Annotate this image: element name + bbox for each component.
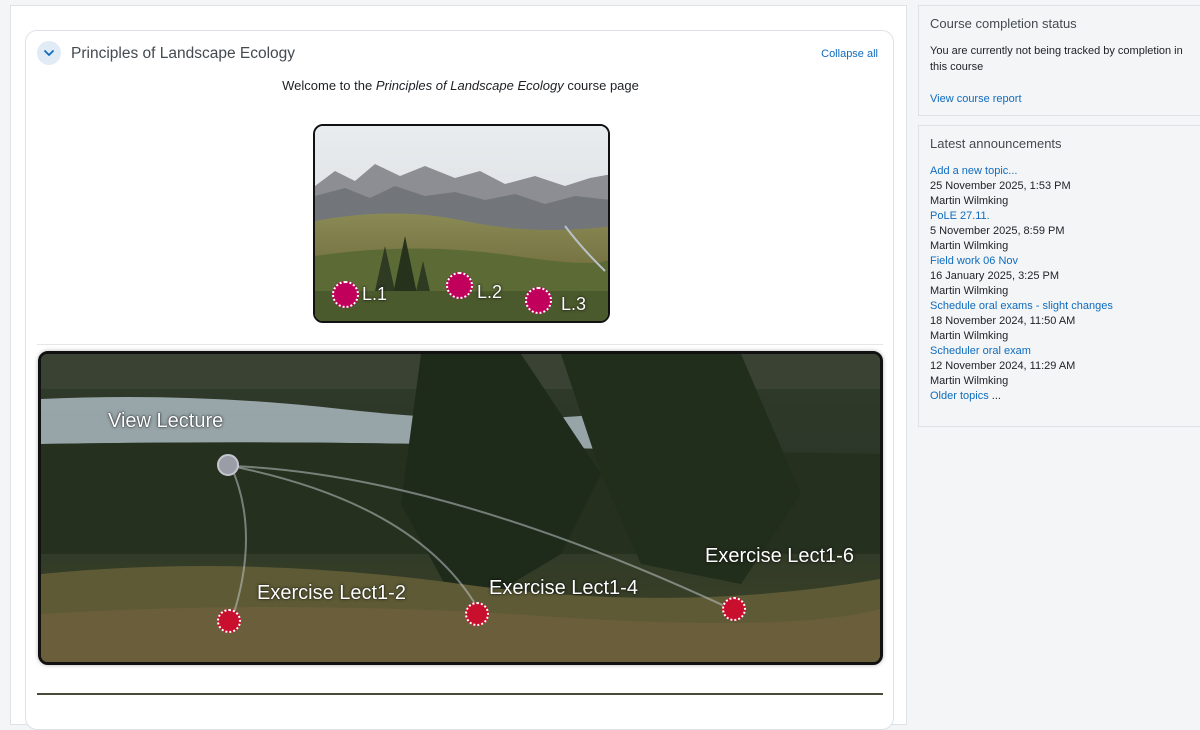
announcement-topic-link[interactable]: PoLE 27.11.	[930, 210, 990, 222]
announcement-author: Martin Wilmking	[930, 330, 1009, 342]
announcement-item: 16 January 2025, 3:25 PM Martin Wilmking…	[930, 269, 1189, 314]
announcement-item: 5 November 2025, 8:59 PM Martin Wilmking…	[930, 224, 1189, 269]
hotspot-label: Exercise Lect1-2	[257, 582, 406, 604]
hotspot-exercise-lect1-2[interactable]: Exercise Lect1-2	[217, 582, 417, 634]
hotspot-marker-icon	[722, 597, 746, 621]
hotspot-label: L.2	[477, 282, 503, 302]
block-title: Latest announcements	[930, 136, 1062, 151]
hotspot-marker-icon	[217, 454, 239, 476]
course-section: Principles of Landscape Ecology Collapse…	[25, 30, 894, 730]
announcement-topic-link[interactable]: Schedule oral exams - slight changes	[930, 300, 1113, 312]
hotspot-label: View Lecture	[108, 410, 224, 432]
announcement-author: Martin Wilmking	[930, 195, 1009, 207]
announcement-topic-link[interactable]: Field work 06 Nov	[930, 255, 1018, 267]
latest-announcements-block: Latest announcements Add a new topic... …	[918, 125, 1200, 427]
announcement-date: 25 November 2025, 1:53 PM	[930, 180, 1071, 192]
block-title: Course completion status	[930, 16, 1077, 31]
announcement-item: 18 November 2024, 11:50 AM Martin Wilmki…	[930, 314, 1189, 359]
announcement-item: 12 November 2024, 11:29 AM Martin Wilmki…	[930, 359, 1189, 389]
welcome-text: Welcome to the Principles of Landscape E…	[26, 78, 895, 93]
welcome-prefix: Welcome to the	[282, 78, 376, 93]
section-divider	[37, 344, 883, 345]
hotspot-view-lecture[interactable]: View Lecture	[108, 410, 239, 478]
announcement-date: 5 November 2025, 8:59 PM	[930, 225, 1065, 237]
section-collapse-toggle[interactable]	[37, 41, 61, 65]
announcement-item: 25 November 2025, 1:53 PM Martin Wilmkin…	[930, 179, 1189, 224]
course-completion-block: Course completion status You are current…	[918, 5, 1200, 116]
section-bottom-divider	[37, 693, 883, 695]
add-new-topic-link[interactable]: Add a new topic...	[930, 165, 1017, 177]
announcement-author: Martin Wilmking	[930, 285, 1009, 297]
hotspot-marker-icon	[332, 281, 359, 308]
hotspot-marker-icon	[525, 287, 552, 314]
announcement-date: 18 November 2024, 11:50 AM	[930, 315, 1076, 327]
hotspot-marker-icon	[217, 609, 241, 633]
announcement-author: Martin Wilmking	[930, 375, 1009, 387]
older-topics-link[interactable]: Older topics	[930, 390, 989, 402]
announcement-author: Martin Wilmking	[930, 240, 1009, 252]
announcement-date: 16 January 2025, 3:25 PM	[930, 270, 1060, 282]
hotspot-l3[interactable]: L.3	[525, 287, 589, 315]
hotspot-label: Exercise Lect1-4	[489, 577, 638, 599]
announcements-list: Add a new topic... 25 November 2025, 1:5…	[930, 164, 1189, 404]
older-topics-ellipsis: ...	[988, 390, 1001, 402]
hotspot-exercise-lect1-4[interactable]: Exercise Lect1-4	[465, 577, 650, 629]
section-title: Principles of Landscape Ecology	[71, 45, 296, 62]
hotspot-label: L.1	[362, 284, 388, 304]
completion-status-text: You are currently not being tracked by c…	[930, 45, 1183, 73]
hotspot-l1[interactable]: L.1	[332, 281, 392, 309]
welcome-course-name: Principles of Landscape Ecology	[375, 78, 564, 93]
announcement-topic-link[interactable]: Scheduler oral exam	[930, 345, 1031, 357]
hotspot-label: Exercise Lect1-6	[705, 545, 854, 567]
collapse-all-link[interactable]: Collapse all	[821, 48, 878, 60]
view-course-report-link[interactable]: View course report	[930, 93, 1022, 105]
welcome-suffix: course page	[563, 78, 639, 93]
announcement-date: 12 November 2024, 11:29 AM	[930, 360, 1076, 372]
hotspot-marker-icon	[446, 272, 473, 299]
hotspot-label: L.3	[561, 294, 587, 314]
chevron-down-icon	[44, 50, 54, 56]
hotspot-marker-icon	[465, 602, 489, 626]
hotspot-exercise-lect1-6[interactable]: Exercise Lect1-6	[705, 545, 865, 623]
hotspot-l2[interactable]: L.2	[446, 272, 506, 302]
